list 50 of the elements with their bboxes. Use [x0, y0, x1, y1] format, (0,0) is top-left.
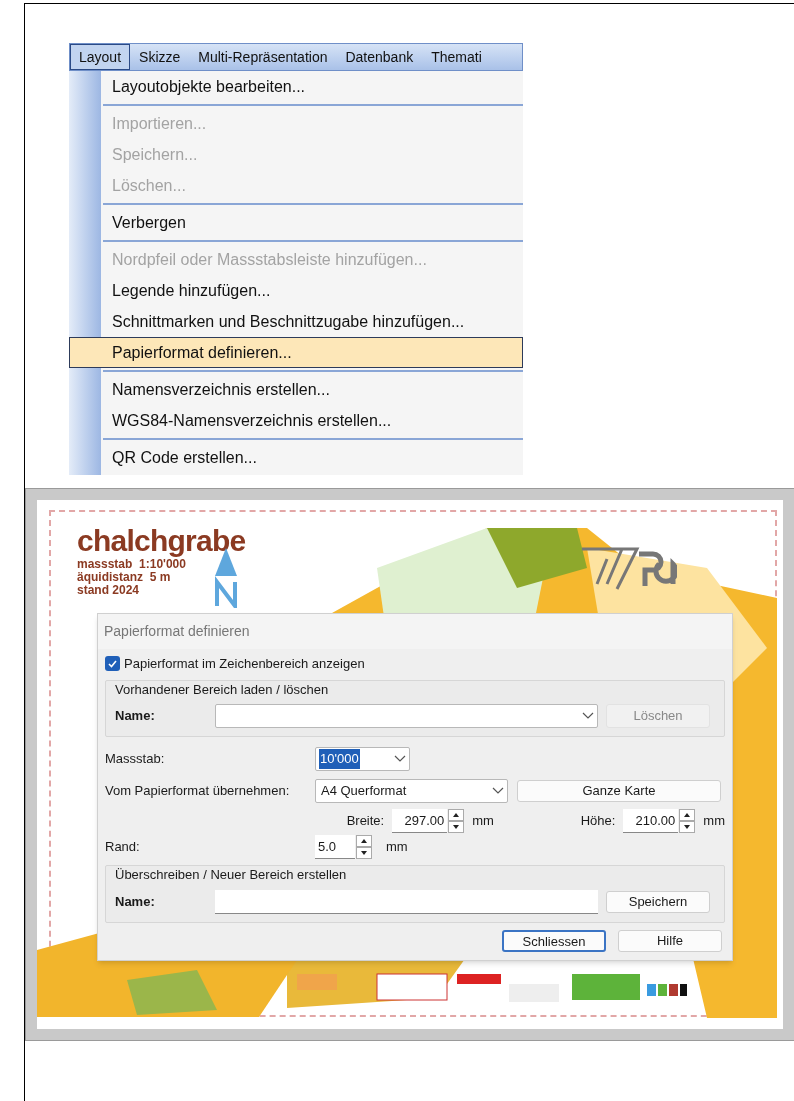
menu-bar-item[interactable]: Layout: [70, 44, 131, 70]
number-field[interactable]: 5.0: [315, 835, 355, 859]
menu-item[interactable]: Layoutobjekte bearbeiten...: [101, 71, 523, 102]
field-label: Massstab:: [105, 750, 166, 769]
paper-format-dropdown[interactable]: A4 Querformat: [315, 779, 508, 803]
map-info-text: massstab 1:10'000: [77, 558, 186, 571]
map-title: chalchgrabe: [77, 524, 246, 558]
menu-bar-item[interactable]: Datenbank: [336, 44, 423, 70]
group-title: Vorhandener Bereich laden / löschen: [115, 680, 330, 699]
checkbox[interactable]: [105, 656, 120, 672]
chevron-down-icon: [394, 755, 406, 763]
number-field[interactable]: 297.00: [392, 809, 448, 833]
group-title: Überschreiben / Neuer Bereich erstellen: [115, 866, 348, 884]
chevron-down-icon: [582, 712, 594, 720]
map-info-text: äquidistanz 5 m: [77, 571, 172, 584]
checkmark-icon: [107, 658, 118, 670]
name-dropdown[interactable]: [215, 704, 598, 728]
save-button[interactable]: Speichern: [606, 890, 710, 913]
field-label: Name:: [115, 892, 156, 911]
name-input-field[interactable]: [215, 889, 598, 914]
field-label: Name:: [115, 707, 156, 726]
chevron-down-icon: [492, 787, 504, 795]
field-label: Rand:: [105, 838, 141, 857]
dialog-button[interactable]: Hilfe: [618, 929, 722, 952]
unit-label: mm: [472, 812, 494, 831]
menu-item[interactable]: Verbergen: [101, 207, 523, 238]
field-label: Höhe:: [579, 812, 617, 831]
dialog-title: Papierformat definieren: [98, 614, 732, 649]
field-label: Breite:: [345, 812, 386, 831]
menu-item[interactable]: Legende hinzufügen...: [101, 275, 523, 306]
dialog-button[interactable]: Schliessen: [502, 929, 606, 952]
whole-map-button[interactable]: Ganze Karte: [517, 780, 721, 802]
number-field[interactable]: 210.00: [623, 809, 679, 833]
menu-item[interactable]: Namensverzeichnis erstellen...: [101, 374, 523, 405]
spinner-arrows-icon: [679, 809, 696, 833]
menu-bar-item[interactable]: Themati: [422, 44, 491, 70]
unit-label: mm: [703, 812, 725, 831]
menu-item[interactable]: Papierformat definieren...: [69, 337, 523, 368]
menu-item[interactable]: QR Code erstellen...: [101, 442, 523, 473]
field-label: Vom Papierformat übernehmen:: [105, 782, 291, 801]
menu-item[interactable]: WGS84-Namensverzeichnis erstellen...: [101, 405, 523, 436]
map-info-text: stand 2024: [77, 584, 140, 597]
spinner-arrows-icon: [356, 835, 372, 859]
unit-label: mm: [386, 838, 408, 857]
spinner-arrows-icon: [448, 809, 465, 833]
checkbox-label: Papierformat im Zeichenbereich anzeigen: [124, 655, 365, 673]
menu-item[interactable]: Schnittmarken und Beschnittzugabe hinzufügen...: [101, 306, 523, 337]
menu-bar-item[interactable]: Skizze: [130, 44, 190, 70]
scale-dropdown[interactable]: 10'000: [315, 747, 410, 771]
menu-bar-item[interactable]: Multi-Repräsentation: [189, 44, 337, 70]
